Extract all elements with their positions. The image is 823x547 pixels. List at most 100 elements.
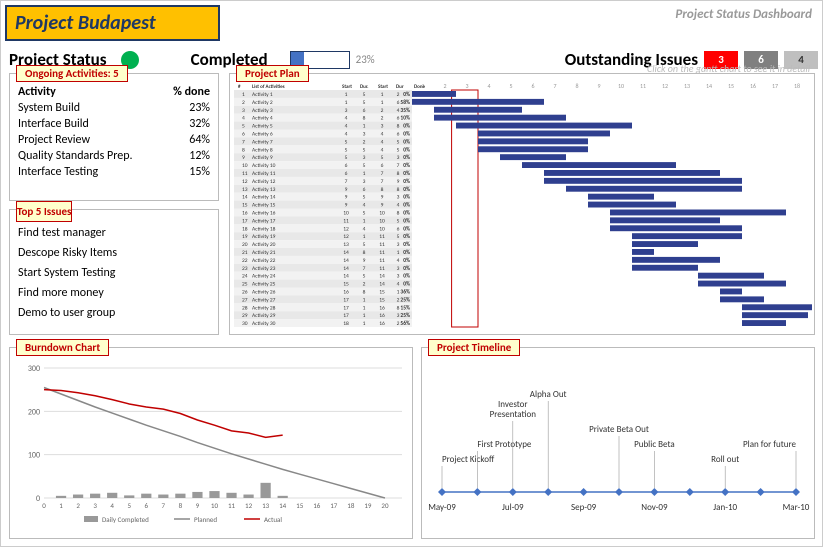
svg-text:3: 3 <box>93 501 97 510</box>
svg-text:0%: 0% <box>403 226 410 232</box>
svg-text:58%: 58% <box>400 100 410 106</box>
svg-text:20: 20 <box>242 242 248 248</box>
svg-text:5: 5 <box>363 163 366 169</box>
svg-text:6: 6 <box>345 163 348 169</box>
svg-text:9: 9 <box>597 82 600 90</box>
burndown-title: Burndown Chart <box>16 339 109 356</box>
burndown-panel: Burndown Chart 0100200300012345678910111… <box>9 347 413 539</box>
svg-text:16: 16 <box>343 290 349 296</box>
svg-text:4: 4 <box>345 116 348 122</box>
svg-text:4: 4 <box>397 108 400 114</box>
svg-text:10%: 10% <box>400 116 410 122</box>
svg-text:17: 17 <box>772 82 778 90</box>
svg-text:2: 2 <box>381 116 384 122</box>
svg-text:1: 1 <box>381 100 384 106</box>
svg-text:0%: 0% <box>403 163 410 169</box>
ongoing-title: Ongoing Activities: 5 <box>16 65 128 82</box>
svg-text:9: 9 <box>345 187 348 193</box>
svg-text:7: 7 <box>345 179 348 185</box>
svg-text:10: 10 <box>343 211 349 217</box>
dashboard-subtitle: Project Status Dashboard <box>675 7 812 22</box>
svg-text:10: 10 <box>379 218 385 224</box>
svg-text:Activity 8: Activity 8 <box>252 147 273 153</box>
svg-text:11: 11 <box>379 266 385 272</box>
svg-text:2: 2 <box>242 100 245 106</box>
svg-text:20: 20 <box>381 501 389 510</box>
svg-text:2: 2 <box>397 92 400 98</box>
svg-text:9: 9 <box>397 179 400 185</box>
svg-text:7: 7 <box>553 82 556 90</box>
completed-pct: 23% <box>356 53 375 66</box>
activity-name: Interface Testing <box>18 164 163 180</box>
svg-text:10: 10 <box>211 501 219 510</box>
svg-text:14: 14 <box>343 258 349 264</box>
svg-text:3: 3 <box>363 179 366 185</box>
svg-text:4: 4 <box>345 132 348 138</box>
svg-text:Start: Start <box>378 84 388 90</box>
svg-text:25%: 25% <box>400 313 410 319</box>
svg-text:25%: 25% <box>400 297 410 303</box>
svg-text:6: 6 <box>145 501 149 510</box>
svg-text:14: 14 <box>279 501 287 510</box>
svg-text:3: 3 <box>465 82 468 90</box>
svg-text:6: 6 <box>345 171 348 177</box>
svg-text:27: 27 <box>242 297 248 303</box>
svg-text:4: 4 <box>381 147 384 153</box>
svg-text:Activity 20: Activity 20 <box>252 242 276 248</box>
svg-text:5: 5 <box>363 274 366 280</box>
svg-text:18: 18 <box>794 82 800 90</box>
svg-text:9: 9 <box>363 258 366 264</box>
svg-text:Activity 3: Activity 3 <box>252 108 273 114</box>
svg-text:8: 8 <box>363 250 366 256</box>
svg-text:Activity 27: Activity 27 <box>252 297 276 303</box>
svg-text:4: 4 <box>397 282 400 288</box>
svg-text:5: 5 <box>363 147 366 153</box>
svg-text:9: 9 <box>242 155 245 161</box>
svg-text:0%: 0% <box>403 266 410 272</box>
svg-text:11: 11 <box>379 258 385 264</box>
project-plan-panel[interactable]: Project Plan Click on the gantt chart to… <box>229 73 815 335</box>
svg-text:0%: 0% <box>403 124 410 130</box>
svg-text:2: 2 <box>76 501 80 510</box>
svg-text:13: 13 <box>262 501 270 510</box>
svg-text:11: 11 <box>379 234 385 240</box>
svg-text:22: 22 <box>242 258 248 264</box>
svg-text:18: 18 <box>347 501 355 510</box>
project-title: Project Budapest <box>5 5 220 41</box>
svg-text:7: 7 <box>381 179 384 185</box>
svg-text:0%: 0% <box>403 92 410 98</box>
svg-text:6: 6 <box>397 132 400 138</box>
svg-text:15: 15 <box>379 297 385 303</box>
svg-text:Roll out: Roll out <box>711 454 739 465</box>
svg-text:29: 29 <box>242 313 248 319</box>
svg-text:9: 9 <box>196 501 200 510</box>
svg-text:15: 15 <box>242 203 248 209</box>
svg-text:8: 8 <box>575 82 578 90</box>
svg-text:4: 4 <box>397 203 400 209</box>
svg-text:6: 6 <box>531 82 534 90</box>
svg-text:4: 4 <box>381 132 384 138</box>
svg-text:17: 17 <box>343 305 349 311</box>
svg-text:18: 18 <box>343 321 349 327</box>
svg-text:5: 5 <box>397 234 400 240</box>
svg-text:First Prototype: First Prototype <box>477 439 532 450</box>
issue-item: Start System Testing <box>18 263 210 283</box>
timeline-title: Project Timeline <box>428 339 520 356</box>
svg-text:16: 16 <box>750 82 756 90</box>
svg-text:14: 14 <box>379 282 385 288</box>
svg-text:11: 11 <box>242 171 248 177</box>
svg-text:6: 6 <box>397 116 400 122</box>
svg-text:0%: 0% <box>403 132 410 138</box>
svg-text:14: 14 <box>242 195 248 201</box>
activity-pct: 12% <box>163 148 210 164</box>
svg-text:Private Beta Out: Private Beta Out <box>589 424 649 435</box>
svg-text:1: 1 <box>381 92 384 98</box>
svg-text:5: 5 <box>509 82 512 90</box>
svg-text:5: 5 <box>397 218 400 224</box>
svg-text:12: 12 <box>662 82 668 90</box>
svg-text:0%: 0% <box>403 234 410 240</box>
svg-text:15: 15 <box>343 282 349 288</box>
svg-text:5: 5 <box>363 100 366 106</box>
svg-text:7: 7 <box>381 171 384 177</box>
svg-text:8: 8 <box>397 305 400 311</box>
